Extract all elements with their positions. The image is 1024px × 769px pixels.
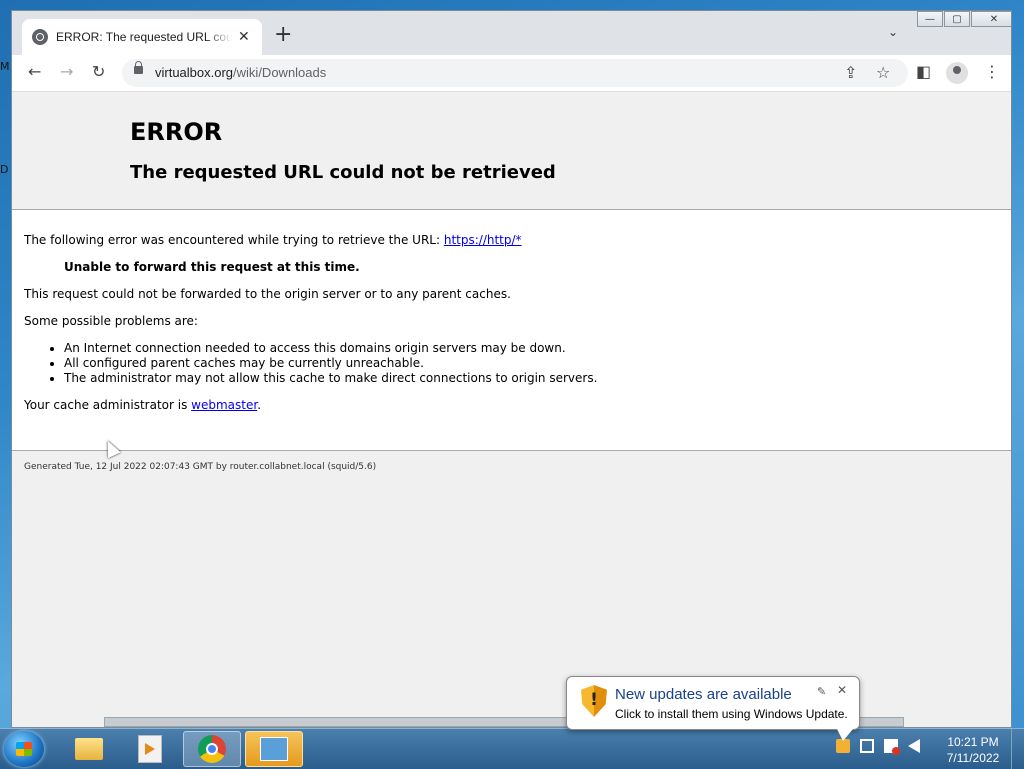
intro-text: The following error was encountered whil… bbox=[24, 233, 522, 247]
taskbar-control-panel[interactable] bbox=[245, 731, 303, 767]
clock[interactable]: 10:21 PM 7/11/2022 bbox=[940, 734, 1006, 766]
update-notification[interactable]: New updates are available Click to insta… bbox=[566, 676, 860, 741]
url-host: virtualbox.org bbox=[155, 65, 234, 80]
profile-avatar-icon[interactable] bbox=[946, 62, 968, 84]
clock-date: 7/11/2022 bbox=[946, 751, 1000, 765]
desktop-label-m: M bbox=[0, 60, 10, 73]
new-tab-button[interactable]: + bbox=[274, 24, 292, 46]
start-button[interactable] bbox=[4, 731, 44, 767]
desktop-label-d: D bbox=[0, 163, 9, 176]
generated-footer: Generated Tue, 12 Jul 2022 02:07:43 GMT … bbox=[24, 462, 377, 472]
folder-icon bbox=[75, 738, 103, 760]
url-text[interactable]: virtualbox.org/wiki/Downloads bbox=[155, 65, 326, 80]
notification-close-icon[interactable]: ✕ bbox=[837, 683, 847, 697]
reload-button[interactable]: ↻ bbox=[92, 63, 105, 81]
tab-strip: ERROR: The requested URL could not be re… bbox=[12, 11, 1011, 55]
menu-icon[interactable]: ⋮ bbox=[984, 63, 1000, 81]
forward-message: This request could not be forwarded to t… bbox=[24, 287, 511, 301]
side-panel-icon[interactable]: ◧ bbox=[916, 63, 931, 81]
error-title: ERROR bbox=[130, 118, 223, 146]
flag-icon[interactable] bbox=[884, 739, 900, 755]
notification-text: Click to install them using Windows Upda… bbox=[615, 707, 848, 721]
taskbar-explorer[interactable] bbox=[60, 731, 118, 767]
problems-list: An Internet connection needed to access … bbox=[24, 341, 597, 386]
error-body: The following error was encountered whil… bbox=[12, 210, 1011, 451]
url-path: /wiki/Downloads bbox=[233, 65, 327, 80]
control-panel-icon bbox=[260, 737, 288, 761]
notification-options-icon[interactable]: ✎ bbox=[817, 685, 826, 698]
address-bar[interactable]: virtualbox.org/wiki/Downloads ⇪ ☆ bbox=[122, 59, 908, 87]
error-header: ERROR The requested URL could not be ret… bbox=[12, 92, 1011, 210]
window-controls: — ▢ ✕ bbox=[916, 11, 1011, 29]
tab-active[interactable]: ERROR: The requested URL could not be re… bbox=[22, 19, 262, 55]
windows-logo-icon bbox=[16, 742, 32, 756]
requested-url-link[interactable]: https://http/* bbox=[444, 233, 522, 247]
taskbar: 10:21 PM 7/11/2022 bbox=[0, 728, 1024, 769]
clock-time: 10:21 PM bbox=[947, 735, 999, 749]
error-subtitle: The requested URL could not be retrieved bbox=[130, 162, 556, 183]
unable-message: Unable to forward this request at this t… bbox=[64, 260, 360, 274]
chrome-icon bbox=[198, 735, 226, 763]
list-item: All configured parent caches may be curr… bbox=[64, 356, 597, 371]
globe-icon bbox=[32, 29, 48, 45]
system-tray bbox=[836, 739, 920, 755]
forward-button[interactable]: → bbox=[60, 63, 73, 81]
tab-title: ERROR: The requested URL could not be re… bbox=[56, 30, 232, 44]
page-content: ERROR The requested URL could not be ret… bbox=[12, 92, 1011, 727]
list-item: An Internet connection needed to access … bbox=[64, 341, 597, 356]
back-button[interactable]: ← bbox=[28, 63, 41, 81]
warning-shield-icon bbox=[581, 685, 607, 717]
notification-title: New updates are available bbox=[615, 686, 792, 703]
volume-icon[interactable] bbox=[908, 739, 920, 753]
network-icon[interactable] bbox=[860, 739, 874, 753]
media-player-icon bbox=[138, 735, 162, 763]
browser-toolbar: ← → ↻ virtualbox.org/wiki/Downloads ⇪ ☆ … bbox=[12, 55, 1011, 92]
intro-label: The following error was encountered whil… bbox=[24, 233, 444, 247]
admin-suffix: . bbox=[257, 398, 262, 412]
tab-close-icon[interactable]: ✕ bbox=[238, 29, 250, 45]
maximize-button[interactable]: ▢ bbox=[944, 11, 970, 27]
list-item: The administrator may not allow this cac… bbox=[64, 371, 597, 386]
taskbar-media-player[interactable] bbox=[121, 731, 179, 767]
close-window-button[interactable]: ✕ bbox=[971, 11, 1011, 27]
admin-line: Your cache administrator is webmaster. bbox=[24, 398, 261, 412]
share-icon[interactable]: ⇪ bbox=[844, 64, 857, 82]
update-tray-icon[interactable] bbox=[836, 739, 850, 753]
admin-prefix: Your cache administrator is bbox=[24, 398, 192, 412]
lock-icon[interactable] bbox=[134, 61, 143, 74]
problems-intro: Some possible problems are: bbox=[24, 314, 198, 328]
show-desktop-button[interactable] bbox=[1011, 729, 1024, 769]
webmaster-link[interactable]: webmaster bbox=[191, 398, 257, 412]
browser-window: ERROR: The requested URL could not be re… bbox=[11, 10, 1012, 728]
bookmark-star-icon[interactable]: ☆ bbox=[876, 64, 890, 82]
minimize-button[interactable]: — bbox=[917, 11, 943, 27]
taskbar-chrome[interactable] bbox=[183, 731, 241, 767]
tab-search-button[interactable]: ⌄ bbox=[888, 25, 898, 39]
